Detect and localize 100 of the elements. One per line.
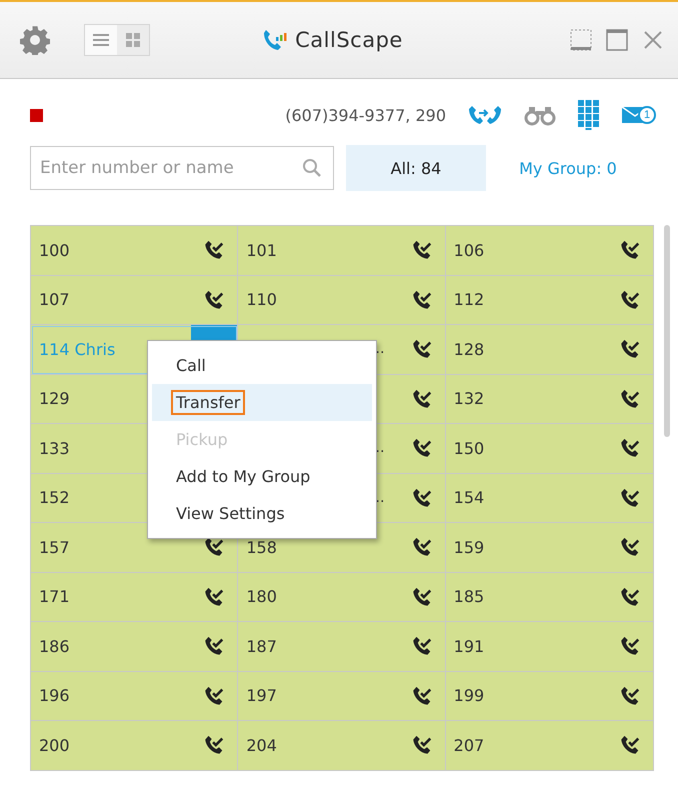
extension-label: 129 — [39, 389, 70, 408]
extension-label: 106 — [454, 240, 484, 260]
extension-label: 128 — [454, 340, 484, 359]
search-field[interactable]: Enter number or name — [30, 146, 334, 190]
extension-tile[interactable]: 100 — [31, 226, 238, 276]
extension-label: 152 — [39, 488, 70, 508]
extension-tile[interactable]: 110 — [238, 276, 446, 325]
extension-label: 110 — [246, 290, 277, 310]
phone-check-icon — [618, 288, 641, 311]
extension-tile[interactable]: 150 — [446, 424, 653, 474]
phone-check-icon — [410, 239, 433, 262]
extension-label: 159 — [454, 538, 484, 557]
phone-check-icon — [410, 486, 433, 509]
phone-check-icon — [203, 586, 226, 608]
extension-tile[interactable]: 187 — [238, 622, 446, 672]
extension-label: 154 — [454, 488, 484, 508]
extension-label: 101 — [246, 240, 277, 260]
extension-tile[interactable]: 159 — [446, 523, 653, 572]
phone-check-icon — [410, 734, 433, 756]
phone-check-icon — [618, 437, 641, 460]
phone-check-icon — [410, 288, 433, 311]
message-count-badge: 1 — [638, 106, 656, 124]
phone-check-icon — [203, 684, 226, 707]
phone-check-icon — [203, 536, 226, 558]
extension-tile[interactable]: 180 — [238, 572, 446, 622]
extension-tile[interactable]: 106 — [446, 226, 653, 276]
phone-check-icon — [203, 288, 226, 311]
extension-tile[interactable]: 191 — [446, 622, 653, 672]
phone-check-icon — [618, 486, 641, 509]
extension-tile[interactable]: 196 — [31, 672, 238, 721]
extension-label: 150 — [454, 438, 484, 458]
extension-label: 204 — [246, 736, 277, 755]
phone-check-icon — [410, 635, 433, 658]
extension-label: 207 — [454, 736, 484, 755]
phone-check-icon — [410, 437, 433, 460]
phone-number: (607)394-9377 — [285, 106, 406, 124]
extension-label: 112 — [454, 290, 484, 310]
dialpad-icon[interactable] — [578, 100, 600, 130]
settings-icon[interactable] — [20, 25, 50, 55]
filter-tab[interactable]: All: 84 — [346, 145, 486, 191]
extension-label: 196 — [39, 686, 70, 706]
extension-tile[interactable]: 204 — [238, 721, 446, 770]
scrollbar-thumb[interactable] — [664, 225, 670, 437]
phone-check-icon — [410, 586, 433, 608]
menu-item[interactable]: Transfer — [152, 384, 372, 421]
extension-tile[interactable]: 207 — [446, 721, 653, 770]
status-indicator — [30, 108, 43, 122]
phone-check-icon — [618, 586, 641, 608]
extension-label: 114 Chris — [39, 340, 116, 359]
extension-label: 186 — [39, 636, 70, 656]
grid-icon — [126, 33, 140, 47]
extension-tile[interactable]: 199 — [446, 672, 653, 721]
phone-check-icon — [618, 388, 641, 410]
phone-check-icon — [410, 388, 433, 410]
extension-tile[interactable]: 128 — [446, 325, 653, 374]
extension-tile[interactable]: 186 — [31, 622, 238, 672]
extension-tile[interactable]: 132 — [446, 374, 653, 424]
phone-check-icon — [618, 635, 641, 658]
extension-tile[interactable]: 112 — [446, 276, 653, 325]
extension-label: 199 — [454, 686, 484, 706]
extension-tile[interactable]: 101 — [238, 226, 446, 276]
phone-check-icon — [410, 338, 433, 360]
extension-label: 180 — [246, 587, 277, 606]
extension-label: 100 — [39, 240, 70, 260]
minimize-button[interactable] — [570, 29, 592, 51]
phone-check-icon — [618, 536, 641, 558]
extension-tile[interactable]: 154 — [446, 474, 653, 523]
phone-check-icon — [618, 338, 641, 360]
close-button[interactable] — [642, 29, 664, 51]
extension: , 290 — [405, 106, 446, 124]
extension-label: 200 — [39, 736, 70, 755]
extension-label: 197 — [246, 686, 277, 706]
binoculars-icon[interactable] — [524, 104, 556, 126]
list-view-button[interactable] — [85, 25, 117, 55]
extension-label: 158 — [246, 538, 277, 557]
phone-check-icon — [410, 684, 433, 707]
transfer-button[interactable] — [468, 103, 502, 127]
extension-tile[interactable]: 171 — [31, 572, 238, 622]
maximize-button[interactable] — [606, 29, 628, 51]
extension-label: 157 — [39, 538, 70, 557]
logo-icon — [263, 28, 290, 52]
extension-tile[interactable]: 197 — [238, 672, 446, 721]
phone-check-icon — [203, 239, 226, 262]
extension-label: 187 — [246, 636, 277, 656]
search-icon — [302, 158, 322, 178]
extension-label: 107 — [39, 290, 70, 310]
extension-tile[interactable]: 200 — [31, 721, 238, 770]
phone-check-icon — [410, 536, 433, 558]
extension-label: 185 — [454, 587, 484, 606]
phone-check-icon — [203, 635, 226, 658]
phone-check-icon — [203, 734, 226, 756]
phone-check-icon — [618, 239, 641, 262]
list-icon — [93, 33, 109, 47]
phone-check-icon — [618, 684, 641, 707]
phone-check-icon — [618, 734, 641, 756]
extension-label: 132 — [454, 389, 484, 408]
extension-tile[interactable]: 185 — [446, 572, 653, 622]
extension-label: 171 — [39, 587, 70, 606]
extension-label: 191 — [454, 636, 484, 656]
window-title: CallScape — [295, 28, 403, 52]
